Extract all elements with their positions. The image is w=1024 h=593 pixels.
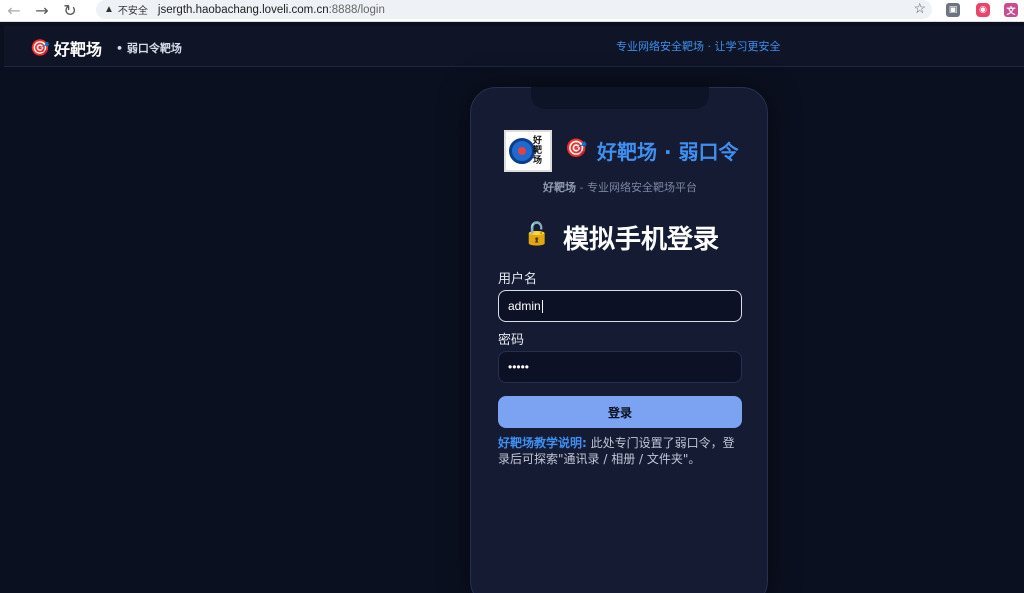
brand-name[interactable]: 好靶场 [54,36,102,60]
login-button[interactable]: 登录 [498,396,742,428]
password-label: 密码 [498,333,525,348]
username-label: 用户名 [498,272,538,287]
note-label: 好靶场教学说明: [498,436,587,450]
text-caret [541,299,543,313]
forward-icon[interactable]: → [28,0,56,22]
password-value: ••••• [508,360,530,374]
extension-icon[interactable]: 文 [1004,3,1018,17]
password-input[interactable]: ••••• [498,351,742,383]
warning-icon: ▲ [104,4,114,15]
target-icon: 🎯 [30,38,50,57]
card-subtitle: 好靶场 - 专业网络安全靶场平台 [471,179,769,195]
login-heading: 模拟手机登录 [563,225,720,255]
unlock-icon: 🔓 [523,222,551,247]
insecure-label[interactable]: 不安全 [118,2,148,17]
card-title: 好靶场 · 弱口令 [597,140,739,164]
site-logo: 好靶场 [504,130,552,172]
browser-toolbar: ← → ↻ ▲ 不安全 jsergth.haobachang.loveli.co… [0,0,1024,22]
brand-subtitle: • 弱口令靶场 [116,42,182,55]
logo-target-icon [509,138,535,164]
phone-frame: 好靶场 🎯 好靶场 · 弱口令 好靶场 - 专业网络安全靶场平台 🔓 模拟手机登… [470,87,768,593]
bookmark-star-icon[interactable]: ☆ [913,0,926,17]
extension-icon[interactable]: ▣ [946,3,960,17]
subtitle-brand: 好靶场 [543,181,577,194]
subtitle-text: - 专业网络安全靶场平台 [576,181,697,194]
url-path: :8888/login [328,3,385,16]
back-icon[interactable]: ← [0,0,28,22]
teaching-note: 好靶场教学说明: 此处专门设置了弱口令，登录后可探索"通讯录 / 相册 / 文件… [498,435,746,467]
phone-notch [531,87,709,109]
username-value: admin [508,299,541,313]
target-icon: 🎯 [565,138,588,159]
app-header: 🎯 好靶场 • 弱口令靶场 专业网络安全靶场 · 让学习更安全 [4,26,1024,67]
address-bar[interactable]: ▲ 不安全 jsergth.haobachang.loveli.com.cn:8… [96,0,932,19]
header-slogan: 专业网络安全靶场 · 让学习更安全 [616,40,781,53]
extension-icon[interactable]: ◉ [976,3,990,17]
reload-icon[interactable]: ↻ [56,0,84,22]
url-host: jsergth.haobachang.loveli.com.cn [157,3,329,16]
logo-text: 好靶场 [533,136,543,166]
username-input[interactable]: admin [498,290,742,322]
